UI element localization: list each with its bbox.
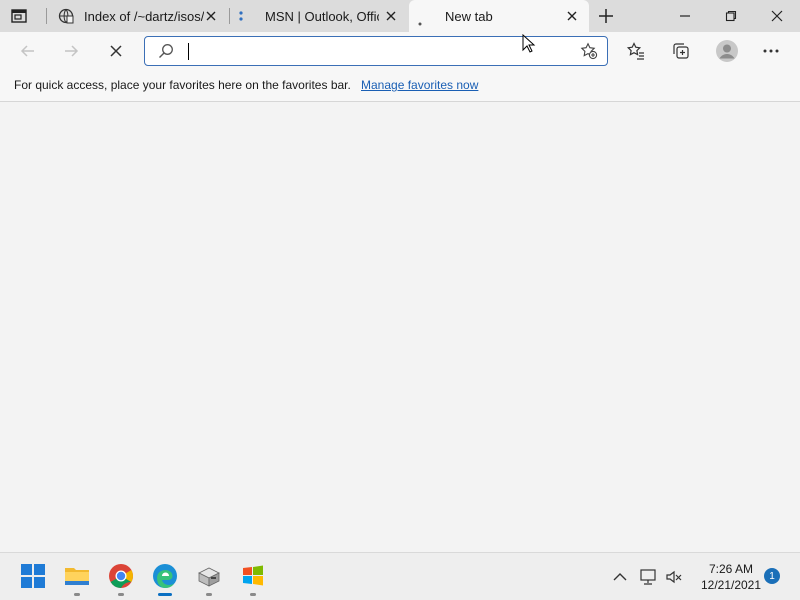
- windows-app-button[interactable]: [240, 563, 266, 589]
- more-dots-icon: [763, 49, 779, 53]
- windows-start-icon: [21, 564, 45, 588]
- add-favorite-icon[interactable]: [580, 42, 598, 60]
- forward-arrow-icon: [65, 45, 79, 57]
- close-icon: [771, 10, 783, 22]
- search-icon: [158, 43, 174, 59]
- start-button[interactable]: [20, 563, 46, 589]
- running-indicator: [206, 593, 212, 596]
- collections-icon: [673, 43, 689, 59]
- loading-dot-icon: [418, 14, 422, 26]
- page-content: [0, 103, 800, 552]
- tab-label: New tab: [445, 9, 493, 24]
- text-caret: [188, 43, 189, 60]
- mouse-cursor-icon: [522, 33, 536, 54]
- collections-button[interactable]: [671, 41, 691, 61]
- chevron-up-icon: [613, 573, 627, 581]
- new-tab-button[interactable]: [596, 6, 616, 26]
- address-bar[interactable]: [144, 36, 608, 66]
- close-window-button[interactable]: [754, 0, 800, 32]
- minimize-icon: [680, 15, 690, 17]
- close-icon[interactable]: [565, 9, 579, 23]
- close-icon[interactable]: [384, 9, 398, 23]
- tab-msn[interactable]: MSN | Outlook, Office: [232, 0, 408, 32]
- msn-dots-icon: [238, 10, 248, 22]
- tab-strip: Index of /~dartz/isos/ MSN | Outlook, Of…: [0, 0, 800, 32]
- tab-label: Index of /~dartz/isos/: [84, 9, 204, 24]
- tab-actions-icon[interactable]: [10, 7, 28, 25]
- clock-date: 12/21/2021: [700, 578, 762, 592]
- network-app-button[interactable]: [196, 563, 222, 589]
- edge-icon: [153, 564, 177, 588]
- settings-more-button[interactable]: [761, 41, 781, 61]
- windows-flag-icon: [243, 565, 263, 586]
- profile-button[interactable]: [715, 39, 739, 63]
- folder-icon: [65, 568, 89, 585]
- volume-tray-button[interactable]: [665, 568, 683, 586]
- tab-separator: [46, 8, 47, 24]
- forward-button[interactable]: [61, 41, 81, 61]
- favorites-bar-message: For quick access, place your favorites h…: [14, 78, 351, 92]
- back-button[interactable]: [18, 41, 38, 61]
- network-monitor-icon: [640, 569, 656, 585]
- chrome-button[interactable]: [108, 563, 134, 589]
- notification-badge[interactable]: 1: [764, 568, 780, 584]
- manage-favorites-link[interactable]: Manage favorites now: [361, 78, 478, 92]
- clock[interactable]: 7:26 AM 12/21/2021: [690, 561, 772, 593]
- favorites-button[interactable]: [626, 41, 646, 61]
- chrome-icon: [109, 564, 133, 588]
- toolbar: [0, 32, 800, 70]
- show-hidden-icons-button[interactable]: [611, 568, 629, 586]
- avatar-icon: [716, 40, 738, 62]
- minimize-button[interactable]: [662, 0, 708, 32]
- tab-index-isos[interactable]: Index of /~dartz/isos/: [52, 0, 228, 32]
- running-indicator: [118, 593, 124, 596]
- document-globe-icon: [58, 8, 74, 24]
- active-indicator: [158, 593, 172, 596]
- running-indicator: [250, 593, 256, 596]
- close-icon[interactable]: [204, 9, 218, 23]
- stop-loading-button[interactable]: [106, 41, 126, 61]
- clock-time: 7:26 AM: [708, 562, 754, 576]
- computer-box-icon: [198, 567, 220, 587]
- plus-icon: [599, 9, 613, 23]
- favorites-bar: For quick access, place your favorites h…: [0, 70, 800, 102]
- taskbar: 7:26 AM 12/21/2021: [0, 552, 800, 600]
- tab-separator: [229, 8, 230, 24]
- restore-icon: [725, 10, 737, 22]
- restore-button[interactable]: [708, 0, 754, 32]
- tab-new-tab[interactable]: New tab: [409, 0, 589, 32]
- tab-label: MSN | Outlook, Office: [265, 9, 379, 24]
- favorites-star-list-icon: [626, 42, 644, 60]
- running-indicator: [74, 593, 80, 596]
- file-explorer-button[interactable]: [64, 563, 90, 589]
- volume-muted-icon: [666, 570, 682, 584]
- address-input[interactable]: [187, 41, 567, 61]
- stop-x-icon: [110, 45, 122, 57]
- back-arrow-icon: [20, 45, 34, 57]
- edge-button[interactable]: [152, 563, 178, 589]
- network-tray-button[interactable]: [639, 568, 657, 586]
